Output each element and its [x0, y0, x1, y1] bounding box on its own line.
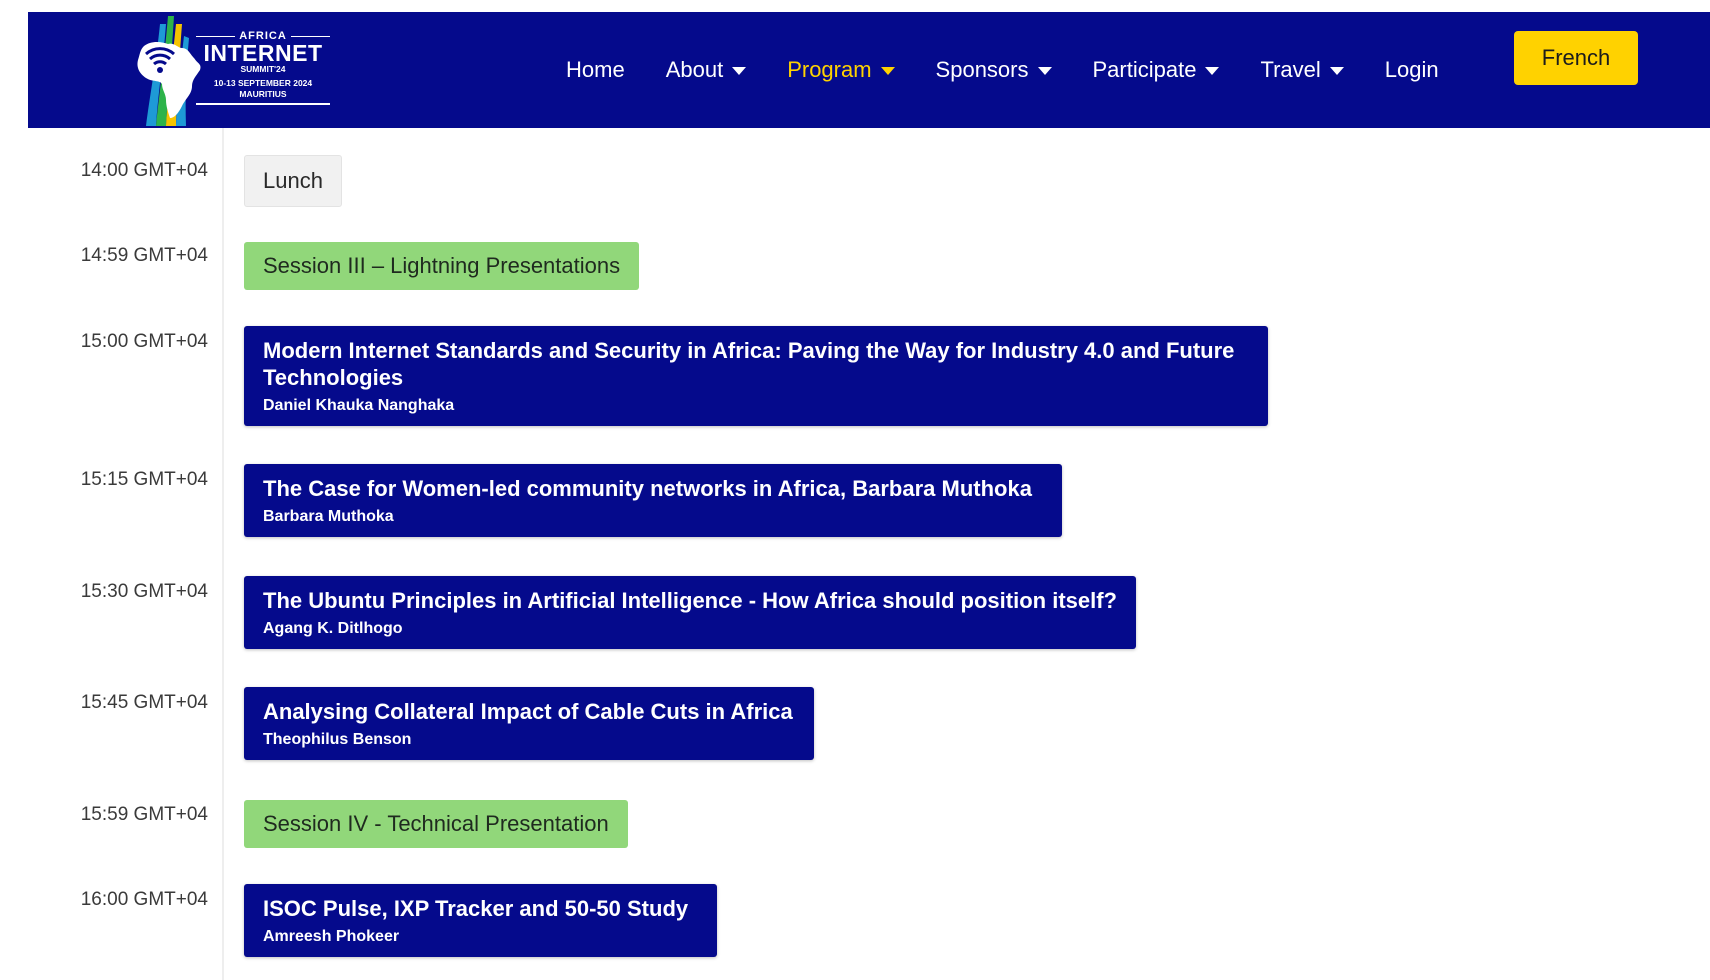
logo-underline	[196, 103, 330, 105]
session-title: Session III – Lightning Presentations	[263, 253, 621, 278]
talk-speaker: Barbara Muthoka	[263, 508, 394, 525]
time-slot: 15:59 GMT+04	[80, 804, 208, 825]
talk-title: The Ubuntu Principles in Artificial Inte…	[263, 588, 1117, 613]
break-title: Lunch	[263, 168, 323, 193]
nav-login-label: Login	[1384, 57, 1439, 82]
talk-speaker: Theophilus Benson	[263, 731, 412, 748]
time-slot: 15:00 GMT+04	[80, 331, 208, 352]
nav-about-label: About	[665, 57, 724, 82]
nav-participate-label: Participate	[1092, 57, 1197, 82]
time-slot: 14:00 GMT+04	[80, 160, 208, 181]
nav-sponsors-label: Sponsors	[935, 57, 1029, 82]
main-nav: Home About Program Sponsors Participate …	[566, 12, 1480, 128]
caret-down-icon	[1037, 67, 1052, 75]
nav-home[interactable]: Home	[566, 57, 625, 83]
talk-card[interactable]: Modern Internet Standards and Security i…	[244, 326, 1268, 426]
page: AFRICA INTERNET SUMMIT'24 10-13 SEPTEMBE…	[0, 0, 1710, 980]
talk-speaker: Agang K. Ditlhogo	[263, 620, 403, 637]
talk-title: ISOC Pulse, IXP Tracker and 50-50 Study	[263, 896, 689, 921]
session-title: Session IV - Technical Presentation	[263, 811, 609, 836]
logo-internet-text: INTERNET	[203, 40, 323, 66]
time-slot: 15:45 GMT+04	[80, 692, 208, 713]
talk-speaker: Daniel Khauka Nanghaka	[263, 397, 455, 414]
nav-travel[interactable]: Travel	[1260, 57, 1344, 83]
session-header[interactable]: Session III – Lightning Presentations	[244, 242, 640, 290]
nav-travel-label: Travel	[1260, 57, 1321, 82]
talk-title: The Case for Women-led community network…	[263, 476, 1032, 501]
talk-card[interactable]: ISOC Pulse, IXP Tracker and 50-50 Study …	[244, 884, 717, 957]
talk-card[interactable]: Analysing Collateral Impact of Cable Cut…	[244, 687, 814, 760]
summit-logo[interactable]: AFRICA INTERNET SUMMIT'24 10-13 SEPTEMBE…	[116, 14, 366, 126]
nav-program[interactable]: Program	[787, 57, 895, 83]
break-block[interactable]: Lunch	[244, 155, 342, 207]
talk-title: Analysing Collateral Impact of Cable Cut…	[263, 699, 793, 724]
logo-dates-text: 10-13 SEPTEMBER 2024	[213, 78, 313, 88]
talk-title: Modern Internet Standards and Security i…	[263, 338, 1235, 390]
logo-wordmark: AFRICA INTERNET SUMMIT'24 10-13 SEPTEMBE…	[196, 30, 330, 105]
session-header[interactable]: Session IV - Technical Presentation	[244, 800, 628, 848]
talk-card[interactable]: The Ubuntu Principles in Artificial Inte…	[244, 576, 1136, 649]
time-slot: 16:00 GMT+04	[80, 889, 208, 910]
time-slot: 15:30 GMT+04	[80, 581, 208, 602]
caret-down-icon	[880, 67, 895, 75]
nav-login[interactable]: Login	[1385, 57, 1439, 83]
caret-down-icon	[732, 67, 747, 75]
logo-place-text: MAURITIUS	[239, 89, 287, 99]
caret-down-icon	[1205, 67, 1220, 75]
site-header: AFRICA INTERNET SUMMIT'24 10-13 SEPTEMBE…	[28, 12, 1710, 128]
talk-speaker: Amreesh Phokeer	[263, 928, 400, 945]
nav-participate[interactable]: Participate	[1093, 57, 1220, 83]
nav-about[interactable]: About	[666, 57, 747, 83]
time-slot: 15:15 GMT+04	[80, 469, 208, 490]
nav-sponsors[interactable]: Sponsors	[936, 57, 1052, 83]
nav-program-label: Program	[787, 57, 872, 82]
french-language-button[interactable]: French	[1514, 31, 1638, 85]
talk-card[interactable]: The Case for Women-led community network…	[244, 464, 1062, 537]
timeline-divider	[222, 128, 224, 980]
nav-home-label: Home	[566, 57, 625, 82]
caret-down-icon	[1329, 67, 1344, 75]
time-slot: 14:59 GMT+04	[80, 245, 208, 266]
